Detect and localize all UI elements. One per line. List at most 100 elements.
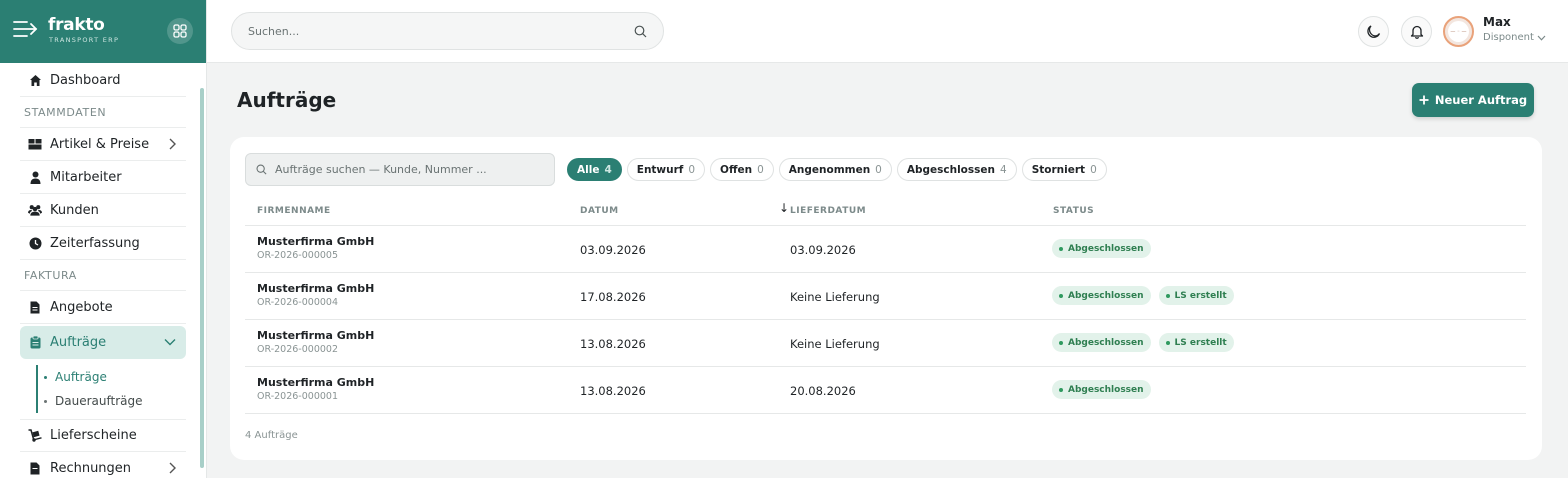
global-search-input[interactable]: [248, 24, 618, 38]
row-firm-name: Musterfirma GmbH: [257, 235, 375, 248]
status-badge-label: Abgeschlossen: [1068, 290, 1144, 301]
ls-badge: LS erstellt: [1158, 333, 1234, 352]
clipboard-icon: [28, 336, 42, 350]
clock-icon: [28, 236, 42, 250]
status-badge: Abgeschlossen: [1052, 380, 1151, 399]
document-icon: [28, 300, 42, 314]
sidebar-item-angebote[interactable]: Angebote: [20, 291, 186, 324]
chip-count: 0: [875, 163, 882, 176]
submenu-item-auftraege[interactable]: Aufträge: [44, 365, 186, 389]
table-row[interactable]: Musterfirma GmbH OR-2026-000001 13.08.20…: [245, 367, 1526, 414]
sidebar-item-zeiterfassung[interactable]: Zeiterfassung: [20, 227, 186, 260]
sidebar-item-kunden[interactable]: Kunden: [20, 194, 186, 227]
sidebar-item-label: Zeiterfassung: [50, 235, 140, 251]
global-search: [231, 12, 664, 50]
new-order-button[interactable]: Neuer Auftrag: [1412, 83, 1534, 117]
moon-icon: [1367, 25, 1381, 38]
avatar-image: — ◦ —: [1448, 21, 1469, 42]
table-row[interactable]: Musterfirma GmbH OR-2026-000004 17.08.20…: [245, 273, 1526, 320]
sidebar-item-label: Aufträge: [50, 335, 107, 350]
orders-search-input[interactable]: [274, 163, 554, 176]
hand-truck-icon: [28, 429, 42, 443]
row-delivery-date: 20.08.2026: [790, 384, 856, 398]
new-order-label: Neuer Auftrag: [1434, 93, 1528, 107]
notifications-button[interactable]: [1401, 16, 1432, 47]
brand-bar: frakto TRANSPORT ERP: [0, 0, 206, 63]
column-header-firmenname[interactable]: FIRMENNAME: [257, 206, 331, 216]
row-status-badges: Abgeschlossen LS erstellt: [1052, 333, 1234, 352]
filter-chip-offen[interactable]: Offen 0: [710, 158, 774, 181]
plus-icon: [1419, 95, 1429, 105]
row-order-number: OR-2026-000005: [257, 250, 338, 261]
sidebar-item-auftraege[interactable]: Aufträge: [20, 326, 186, 359]
sidebar-item-dashboard[interactable]: Dashboard: [20, 64, 186, 97]
chip-count: 0: [757, 163, 764, 176]
chevron-right-icon: [169, 138, 176, 150]
chip-count: 0: [1090, 163, 1097, 176]
sidebar-item-artikel-preise[interactable]: Artikel & Preise: [20, 128, 186, 161]
chip-count: 0: [688, 163, 696, 176]
avatar[interactable]: — ◦ —: [1443, 16, 1474, 47]
bullet-icon: [44, 375, 47, 379]
chip-label: Storniert: [1031, 163, 1086, 176]
section-faktura: FAKTURA: [20, 260, 186, 291]
filter-chip-entwurf[interactable]: Entwurf 0: [626, 158, 706, 181]
sort-desc-icon[interactable]: ↓: [779, 201, 790, 215]
search-icon[interactable]: [634, 25, 647, 38]
sidebar-item-label: Angebote: [50, 299, 113, 315]
sidebar-item-label: Artikel & Preise: [50, 136, 150, 152]
ls-badge: LS erstellt: [1158, 286, 1234, 305]
chip-label: Abgeschlossen: [906, 163, 995, 176]
sidebar: frakto TRANSPORT ERP Dashboard STAMMDATE…: [0, 0, 207, 478]
column-header-status[interactable]: STATUS: [1053, 206, 1094, 216]
sidebar-item-rechnungen[interactable]: Rechnungen: [20, 452, 186, 478]
chip-label: Entwurf: [636, 163, 684, 176]
search-icon: [256, 164, 267, 175]
user-role: Disponent: [1483, 32, 1534, 43]
chip-label: Alle: [577, 163, 600, 176]
menu-arrow-icon[interactable]: [13, 19, 39, 39]
table-row[interactable]: Musterfirma GmbH OR-2026-000005 03.09.20…: [245, 226, 1526, 273]
sidebar-item-label: Lieferscheine: [50, 428, 137, 443]
row-delivery-date: Keine Lieferung: [790, 337, 880, 351]
sidebar-item-label: Rechnungen: [50, 460, 132, 476]
filter-chip-angenommen[interactable]: Angenommen 0: [778, 158, 892, 181]
users-icon: [28, 203, 42, 217]
sidebar-item-lieferscheine[interactable]: Lieferscheine: [20, 419, 186, 452]
submenu-item-dauerauftraege[interactable]: Daueraufträge: [44, 389, 186, 413]
column-header-lieferdatum[interactable]: LIEFERDATUM: [790, 206, 866, 216]
sidebar-item-mitarbeiter[interactable]: Mitarbeiter: [20, 161, 186, 194]
status-badge: Abgeschlossen: [1052, 333, 1151, 352]
column-header-datum[interactable]: DATUM: [580, 206, 619, 216]
table-header: FIRMENNAME DATUM ↓ LIEFERDATUM STATUS: [245, 199, 1526, 226]
sidebar-item-label: Mitarbeiter: [50, 169, 122, 185]
filter-chip-abgeschlossen[interactable]: Abgeschlossen 4: [896, 158, 1017, 181]
chevron-right-icon: [169, 462, 176, 474]
filter-chip-alle[interactable]: Alle 4: [567, 158, 622, 181]
chevron-down-icon: [1537, 35, 1546, 41]
status-badge: Abgeschlossen: [1052, 286, 1151, 305]
dark-mode-toggle[interactable]: [1358, 16, 1389, 47]
chip-count: 4: [1000, 163, 1007, 176]
user-role-dropdown[interactable]: Disponent: [1483, 32, 1546, 43]
sidebar-scrollbar[interactable]: [200, 88, 204, 468]
orders-search: [245, 153, 555, 186]
row-date: 03.09.2026: [580, 243, 646, 257]
filter-chip-storniert[interactable]: Storniert 0: [1021, 158, 1107, 181]
table-row[interactable]: Musterfirma GmbH OR-2026-000002 13.08.20…: [245, 320, 1526, 367]
row-delivery-date: 03.09.2026: [790, 243, 856, 257]
status-badge-label: Abgeschlossen: [1068, 243, 1144, 254]
row-date: 17.08.2026: [580, 290, 646, 304]
status-filter-chips: Alle 4 Entwurf 0 Offen 0 Angenommen 0 Abgesc…: [567, 158, 1107, 181]
row-status-badges: Abgeschlossen: [1052, 239, 1151, 258]
user-icon: [28, 170, 42, 184]
grid-icon: [173, 24, 187, 38]
row-date: 13.08.2026: [580, 337, 646, 351]
row-firm-name: Musterfirma GmbH: [257, 376, 375, 389]
row-delivery-date: Keine Lieferung: [790, 290, 880, 304]
sidebar-nav: Dashboard STAMMDATEN Artikel & Preise Mi…: [20, 64, 186, 478]
brand-name: frakto: [48, 15, 105, 35]
status-dot-icon: [1059, 340, 1063, 345]
apps-grid-button[interactable]: [167, 18, 193, 44]
status-dot-icon: [1059, 293, 1063, 298]
